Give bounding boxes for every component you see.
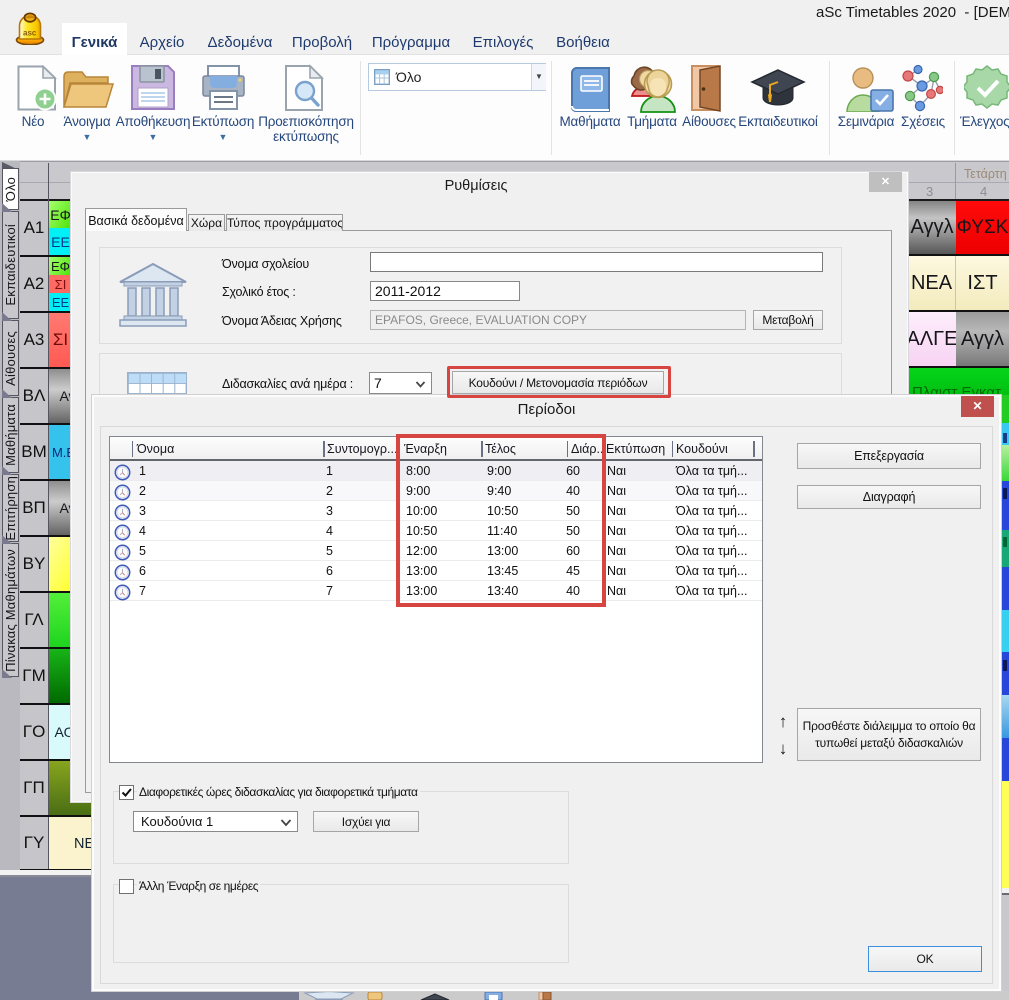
svg-text:asc: asc [23,29,37,38]
